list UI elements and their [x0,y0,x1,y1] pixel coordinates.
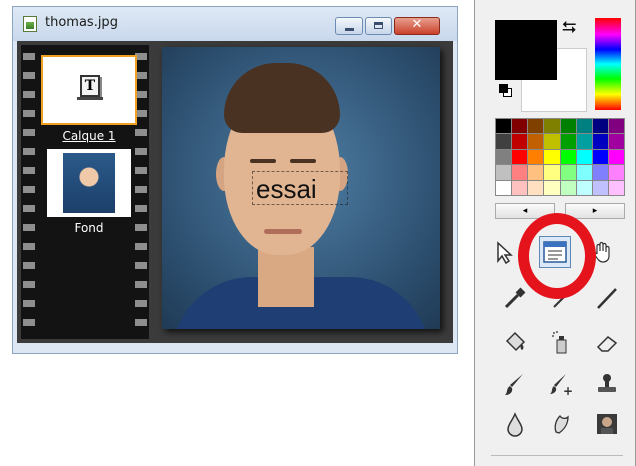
palette-swatch[interactable] [608,119,624,134]
brush-tool[interactable] [499,368,531,400]
palette-swatch[interactable] [496,180,512,195]
layer-label-calque-1[interactable]: Calque 1 [41,129,137,143]
palette-swatch[interactable] [528,134,544,149]
layer-thumb-calque-1[interactable]: T [41,55,137,125]
palette-swatch[interactable] [528,119,544,134]
text-layer-icon: T [77,75,103,100]
portrait-thumbnail [63,153,115,213]
palette-swatch[interactable] [608,134,624,149]
palette-swatch[interactable] [544,180,560,195]
palette-swatch[interactable] [496,149,512,165]
brush-icon [505,374,523,395]
image-canvas[interactable]: essai [162,47,440,329]
window-titlebar[interactable]: thomas.jpg ✕ [13,7,457,41]
palette-swatch[interactable] [576,119,592,134]
svg-text:+: + [563,384,573,397]
palette-swatch[interactable] [608,165,624,180]
spray-can-tool[interactable] [545,326,577,358]
portrait-icon [597,414,617,434]
brush-plus-tool[interactable]: + [545,368,577,400]
maximize-button[interactable] [365,17,392,35]
paint-bucket-icon [505,331,526,352]
image-file-icon [23,16,37,32]
clone-stamp-tool[interactable] [591,368,623,400]
palette-swatch[interactable] [544,165,560,180]
layer-thumb-fond[interactable] [47,149,131,217]
palette-swatch[interactable] [512,134,528,149]
drop-tool[interactable] [499,408,531,440]
spray-can-icon [552,331,567,354]
palette-swatch[interactable] [512,119,528,134]
palette-swatch[interactable] [560,119,576,134]
photo-mouth [264,229,302,234]
window-client: T Calque 1 Fond essai [17,41,453,343]
eyedropper-icon [504,287,526,309]
layers-filmstrip: T Calque 1 Fond [21,45,149,339]
color-palette [495,118,625,196]
palette-swatch[interactable] [544,134,560,149]
palette-swatch[interactable] [528,165,544,180]
palette-swatch[interactable] [528,180,544,195]
paint-bucket-tool[interactable] [499,326,531,358]
palette-swatch[interactable] [512,165,528,180]
eraser-tool[interactable] [591,326,623,358]
palette-swatch[interactable] [608,149,624,165]
palette-swatch[interactable] [496,119,512,134]
palette-swatch[interactable] [544,149,560,165]
palette-swatch[interactable] [496,165,512,180]
panel-divider [491,455,623,456]
close-icon: ✕ [411,17,423,32]
move-icon [497,241,513,265]
palette-swatch[interactable] [528,149,544,165]
palette-swatch[interactable] [576,165,592,180]
smudge-tool[interactable] [545,408,577,440]
eyedropper-tool[interactable] [499,282,531,314]
drop-icon [507,412,523,437]
palette-swatch[interactable] [560,134,576,149]
line-tool[interactable] [591,282,623,314]
highlight-circle-annotation [518,213,596,299]
eraser-icon [596,336,618,352]
move-tool[interactable] [489,236,521,268]
palette-swatch[interactable] [592,134,608,149]
palette-swatch[interactable] [496,134,512,149]
window-title: thomas.jpg [45,15,118,30]
foreground-color-swatch[interactable] [495,20,557,80]
image-window: thomas.jpg ✕ T Calque 1 Fond essai [12,6,458,354]
canvas-text-essai[interactable]: essai [256,174,317,205]
palette-swatch[interactable] [592,149,608,165]
smudge-icon [554,414,569,434]
palette-swatch[interactable] [608,180,624,195]
layer-label-fond[interactable]: Fond [41,221,137,235]
palette-swatch[interactable] [576,134,592,149]
hue-slider[interactable] [595,18,621,110]
brush-plus-icon: + [550,374,573,397]
palette-swatch[interactable] [576,180,592,195]
photo-brow-right [290,159,316,163]
palette-swatch[interactable] [560,180,576,195]
swap-colors-icon[interactable]: ⮀ [562,17,576,38]
photo-hair [224,63,340,133]
photo-brow-left [250,159,276,163]
clone-stamp-icon [598,374,616,392]
palette-swatch[interactable] [560,149,576,165]
portrait-tool[interactable] [591,408,623,440]
minimize-button[interactable] [335,17,363,35]
palette-swatch[interactable] [576,149,592,165]
palette-swatch[interactable] [560,165,576,180]
palette-swatch[interactable] [512,149,528,165]
palette-swatch[interactable] [592,165,608,180]
palette-swatch[interactable] [592,180,608,195]
film-perforation-left [23,47,35,337]
close-button[interactable]: ✕ [394,17,440,35]
palette-swatch[interactable] [592,119,608,134]
line-icon [597,288,617,309]
palette-swatch[interactable] [512,180,528,195]
palette-swatch[interactable] [544,119,560,134]
photo-neck [258,247,314,307]
reset-colors-icon[interactable] [499,84,513,98]
